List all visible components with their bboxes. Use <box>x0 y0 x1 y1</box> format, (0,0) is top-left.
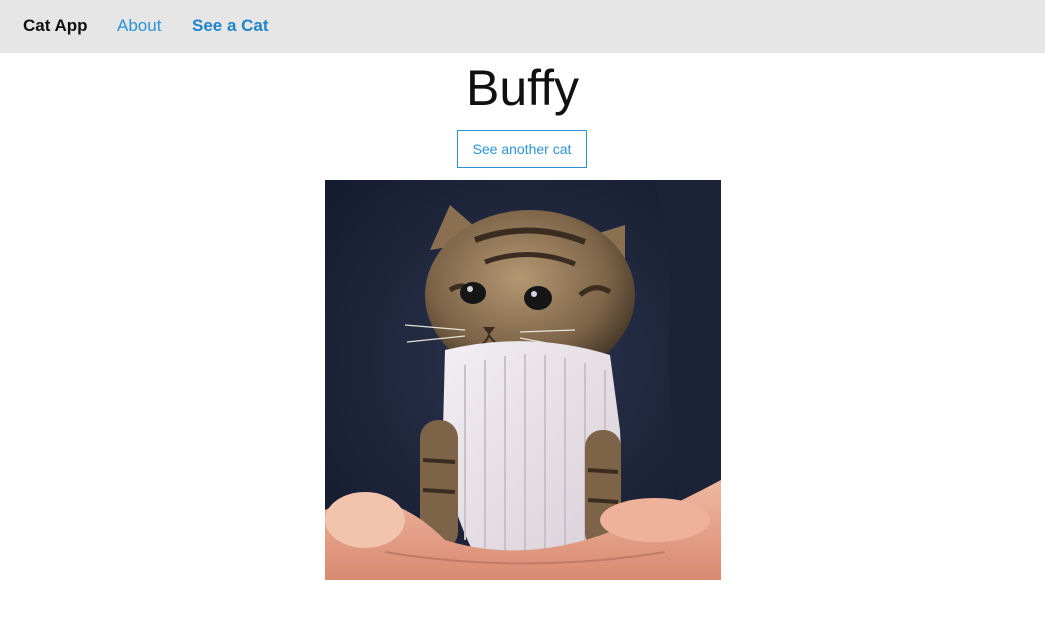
see-another-cat-button[interactable]: See another cat <box>457 130 587 168</box>
navbar: Cat App About See a Cat <box>0 0 1045 53</box>
cat-photo <box>325 180 721 580</box>
nav-link-about[interactable]: About <box>117 16 161 36</box>
nav-link-see-a-cat[interactable]: See a Cat <box>192 16 269 36</box>
brand-link[interactable]: Cat App <box>23 16 88 36</box>
cat-name-title: Buffy <box>465 60 580 116</box>
